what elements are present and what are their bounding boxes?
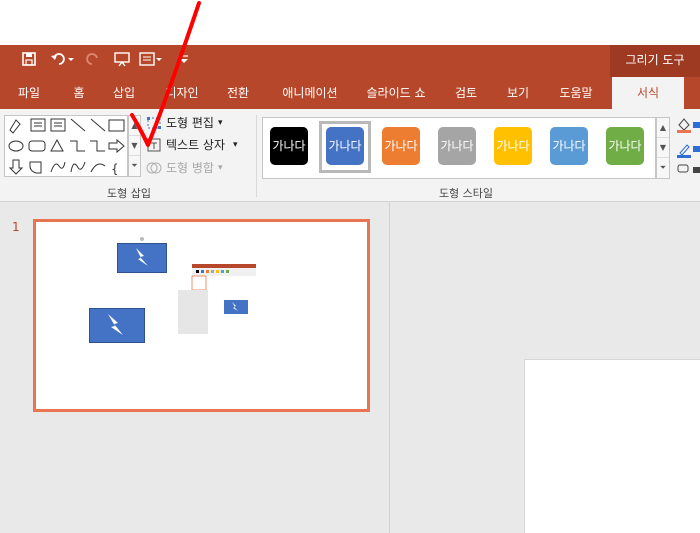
main-slide-canvas[interactable] xyxy=(524,359,700,533)
edit-shape-icon xyxy=(146,115,162,131)
scroll-down-icon[interactable]: ▼ xyxy=(657,138,669,158)
tab-transitions[interactable]: 전환 xyxy=(218,77,258,109)
tab-home[interactable]: 홈 xyxy=(62,77,96,109)
text-box-icon xyxy=(146,137,162,153)
chevron-down-icon: ▾ xyxy=(217,163,223,173)
slide-number: 1 xyxy=(12,220,20,234)
customize-icon[interactable] xyxy=(178,51,190,71)
text-box-button[interactable]: 텍스트 상자 ▾ xyxy=(146,135,238,155)
merge-shapes-icon xyxy=(146,160,162,176)
scroll-up-icon[interactable]: ▲ xyxy=(657,118,669,138)
thumb-shape-lightning-1 xyxy=(117,243,167,273)
ribbon: { ▲ ▼ ⏷ 도형 편집 ▾ 텍스트 상자 ▾ 도형 병합 ▾ 도형 삽입 가… xyxy=(0,109,700,202)
edit-shape-button[interactable]: 도형 편집 ▾ xyxy=(146,113,223,133)
present-icon[interactable] xyxy=(112,51,132,71)
tab-design[interactable]: 디자인 xyxy=(156,77,208,109)
tab-help[interactable]: 도움말 xyxy=(548,77,604,109)
style-preset-blue[interactable]: 가나다 xyxy=(326,127,364,165)
shape-styles-gallery[interactable]: 가나다 가나다 가나다 가나다 가나다 가나다 가나다 xyxy=(262,117,656,179)
insert-shapes-group-label: 도형 삽입 xyxy=(107,187,151,200)
quick-access-toolbar xyxy=(0,45,700,77)
chevron-down-icon: ▾ xyxy=(217,118,223,128)
ribbon-tabs: 파일 홈 삽입 디자인 전환 애니메이션 슬라이드 쇼 검토 보기 도움말 서식 xyxy=(0,77,700,109)
style-preset-gray[interactable]: 가나다 xyxy=(438,127,476,165)
style-preset-gold[interactable]: 가나다 xyxy=(494,127,532,165)
shape-styles-group-label: 도형 스타일 xyxy=(438,187,494,200)
slide-thumbnail[interactable] xyxy=(33,219,370,412)
tab-file[interactable]: 파일 xyxy=(8,77,50,109)
tab-format[interactable]: 서식 xyxy=(612,77,684,109)
shapes-gallery-scroll[interactable]: ▲ ▼ ⏷ xyxy=(128,115,141,177)
style-preset-black[interactable]: 가나다 xyxy=(270,127,308,165)
svg-text:{: { xyxy=(111,162,119,176)
style-preset-light-blue[interactable]: 가나다 xyxy=(550,127,588,165)
tab-animations[interactable]: 애니메이션 xyxy=(270,77,350,109)
thumb-embedded-screenshot xyxy=(178,264,256,336)
chevron-down-icon: ▾ xyxy=(233,140,238,150)
gallery-more-icon[interactable]: ⏷ xyxy=(657,158,669,178)
tab-review[interactable]: 검토 xyxy=(446,77,486,109)
tab-view[interactable]: 보기 xyxy=(498,77,538,109)
style-preset-green[interactable]: 가나다 xyxy=(606,127,644,165)
blank-header-area xyxy=(0,0,700,45)
save-icon[interactable] xyxy=(20,51,38,71)
thumb-shape-lightning-2 xyxy=(89,308,145,343)
scroll-down-icon[interactable]: ▼ xyxy=(129,136,140,156)
shapes-gallery[interactable]: { xyxy=(4,115,128,177)
undo-icon[interactable] xyxy=(48,51,76,71)
rotation-handle xyxy=(140,237,144,241)
shape-fill-outline-effects[interactable] xyxy=(676,115,700,175)
group-separator xyxy=(256,115,257,197)
shape-styles-scroll[interactable]: ▲ ▼ ⏷ xyxy=(656,117,670,179)
gallery-more-icon[interactable]: ⏷ xyxy=(129,156,140,176)
scroll-up-icon[interactable]: ▲ xyxy=(129,116,140,136)
redo-icon[interactable] xyxy=(84,51,102,71)
tab-slide-show[interactable]: 슬라이드 쇼 xyxy=(358,77,434,109)
style-preset-orange[interactable]: 가나다 xyxy=(382,127,420,165)
layout-icon[interactable] xyxy=(138,51,164,71)
merge-shapes-button[interactable]: 도형 병합 ▾ xyxy=(146,158,223,178)
tab-insert[interactable]: 삽입 xyxy=(104,77,144,109)
drawing-tools-context-tab: 그리기 도구 xyxy=(610,45,700,77)
